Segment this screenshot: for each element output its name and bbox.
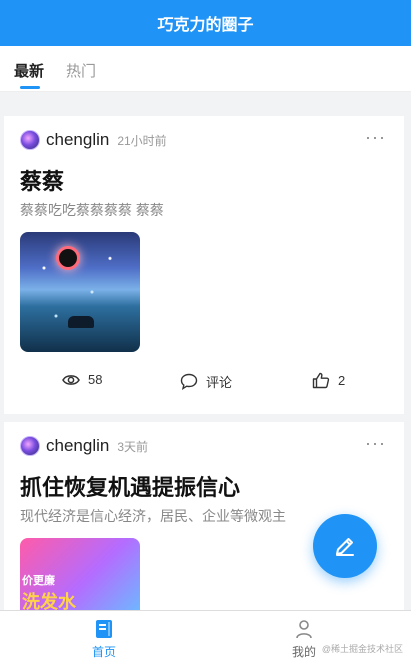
comment-button[interactable]: 评论 (180, 372, 232, 391)
post-title[interactable]: 蔡蔡 (20, 164, 64, 196)
post-summary: 现代经济是信心经济，居民、企业等微观主 (20, 508, 286, 524)
eye-icon (62, 374, 80, 385)
bottom-tabbar: 首页 我的 @稀土掘金技术社区 (0, 610, 411, 667)
stars-decoration (20, 232, 140, 352)
comment-label: 评论 (206, 375, 233, 390)
create-post-button[interactable] (313, 514, 377, 578)
post-title[interactable]: 抓住恢复机遇提振信心 (20, 470, 240, 502)
post-header: chenglin 21小时前 ··· (20, 128, 388, 152)
pencil-icon (336, 538, 354, 556)
avatar[interactable] (20, 130, 40, 150)
more-options-icon[interactable]: ··· (365, 434, 386, 452)
thumbs-up-icon (312, 372, 330, 389)
page-title: 巧克力的圈子 (157, 17, 254, 34)
tab-indicator (20, 86, 40, 89)
post-header: chenglin 3天前 ··· (20, 434, 388, 458)
watermark: @稀土掘金技术社区 (321, 644, 403, 654)
post-actions: 58 评论 2 (4, 372, 404, 396)
post-summary: 蔡蔡吃吃蔡蔡蔡蔡 蔡蔡 (20, 202, 164, 218)
more-options-icon[interactable]: ··· (365, 128, 386, 146)
deer-silhouette (68, 316, 94, 328)
views-count: 58 (88, 372, 103, 387)
author-name[interactable]: chenglin (46, 436, 109, 456)
tabbar-label-home: 首页 (91, 645, 116, 659)
tabbar-label-mine: 我的 (291, 645, 316, 659)
app-header: 巧克力的圈子 (0, 0, 411, 46)
like-count: 2 (338, 373, 346, 388)
tab-hot[interactable]: 热门 (66, 60, 96, 81)
post-card[interactable]: chenglin 21小时前 ··· 蔡蔡 蔡蔡吃吃蔡蔡蔡蔡 蔡蔡 58 评论 … (4, 116, 404, 414)
like-button[interactable]: 2 (312, 372, 345, 389)
tab-latest[interactable]: 最新 (14, 60, 44, 81)
image-caption: 价更廉 (22, 575, 55, 587)
post-time: 21小时前 (117, 133, 167, 148)
user-icon (296, 620, 312, 639)
moon-shape (56, 246, 80, 270)
home-book-icon (96, 620, 112, 638)
avatar[interactable] (20, 436, 40, 456)
views-stat: 58 (62, 372, 102, 387)
author-name[interactable]: chenglin (46, 130, 109, 150)
tabbar-item-home[interactable]: 首页 (74, 619, 134, 660)
comment-icon (180, 373, 198, 390)
post-image[interactable] (20, 232, 140, 352)
feed-tabs: 最新 热门 (0, 46, 411, 92)
post-time: 3天前 (117, 439, 149, 454)
